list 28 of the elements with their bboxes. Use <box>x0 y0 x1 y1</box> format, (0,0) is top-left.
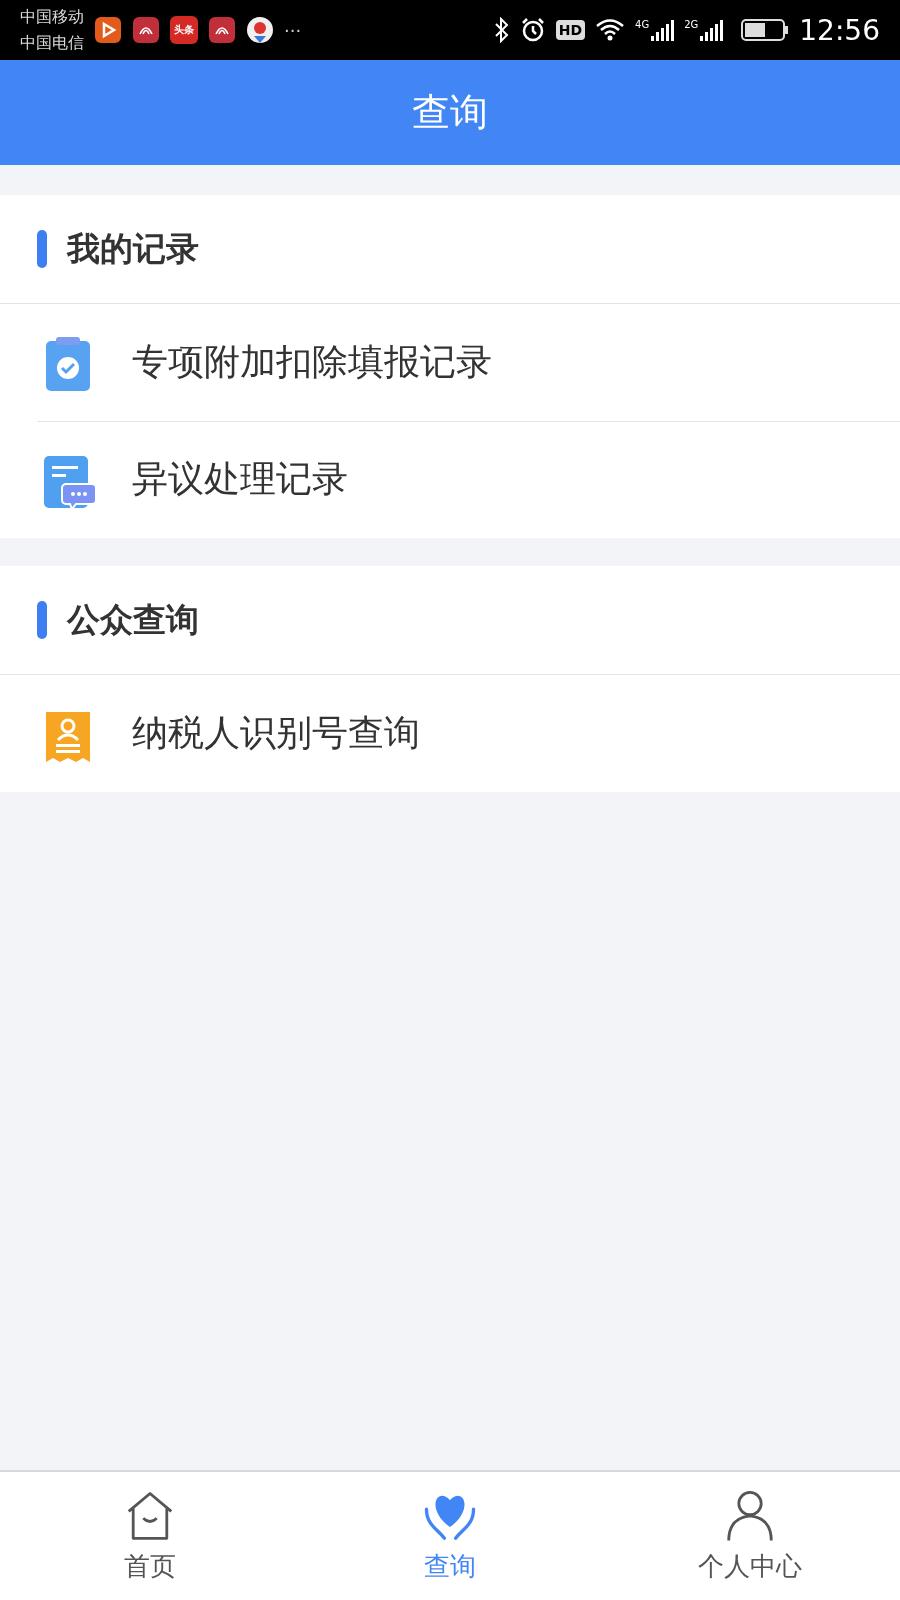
app-icon <box>132 16 160 44</box>
section-marker <box>37 601 47 639</box>
menu-item[interactable]: 异议处理记录 <box>0 421 900 538</box>
signal-icon <box>651 19 675 41</box>
pin-icon <box>246 16 274 44</box>
hd-badge: HD <box>555 20 586 40</box>
menu-item[interactable]: 专项附加扣除填报记录 <box>0 304 900 421</box>
page-title: 查询 <box>412 89 488 136</box>
carrier-name: 中国移动 <box>20 6 84 28</box>
wifi-icon <box>595 18 626 42</box>
tab-item[interactable]: 查询 <box>300 1472 600 1600</box>
section-title: 公众查询 <box>67 598 199 641</box>
section-title: 我的记录 <box>67 227 199 270</box>
app-icon <box>208 16 236 44</box>
section-marker <box>37 230 47 268</box>
network-type: 4G <box>635 19 650 30</box>
carrier-name: 中国电信 <box>20 32 84 54</box>
menu-item[interactable]: 纳税人识别号查询 <box>0 675 900 792</box>
app-icon: 头条 <box>170 16 198 44</box>
tab-item[interactable]: 首页 <box>0 1472 300 1600</box>
more-notifications: ··· <box>284 19 302 41</box>
network-type: 2G <box>684 19 699 30</box>
tab-item[interactable]: 个人中心 <box>600 1472 900 1600</box>
signal-icon <box>700 19 724 41</box>
battery-icon <box>741 18 790 42</box>
play-icon <box>94 16 122 44</box>
clock-time: 12:56 <box>799 13 880 47</box>
bluetooth-icon <box>493 17 510 43</box>
